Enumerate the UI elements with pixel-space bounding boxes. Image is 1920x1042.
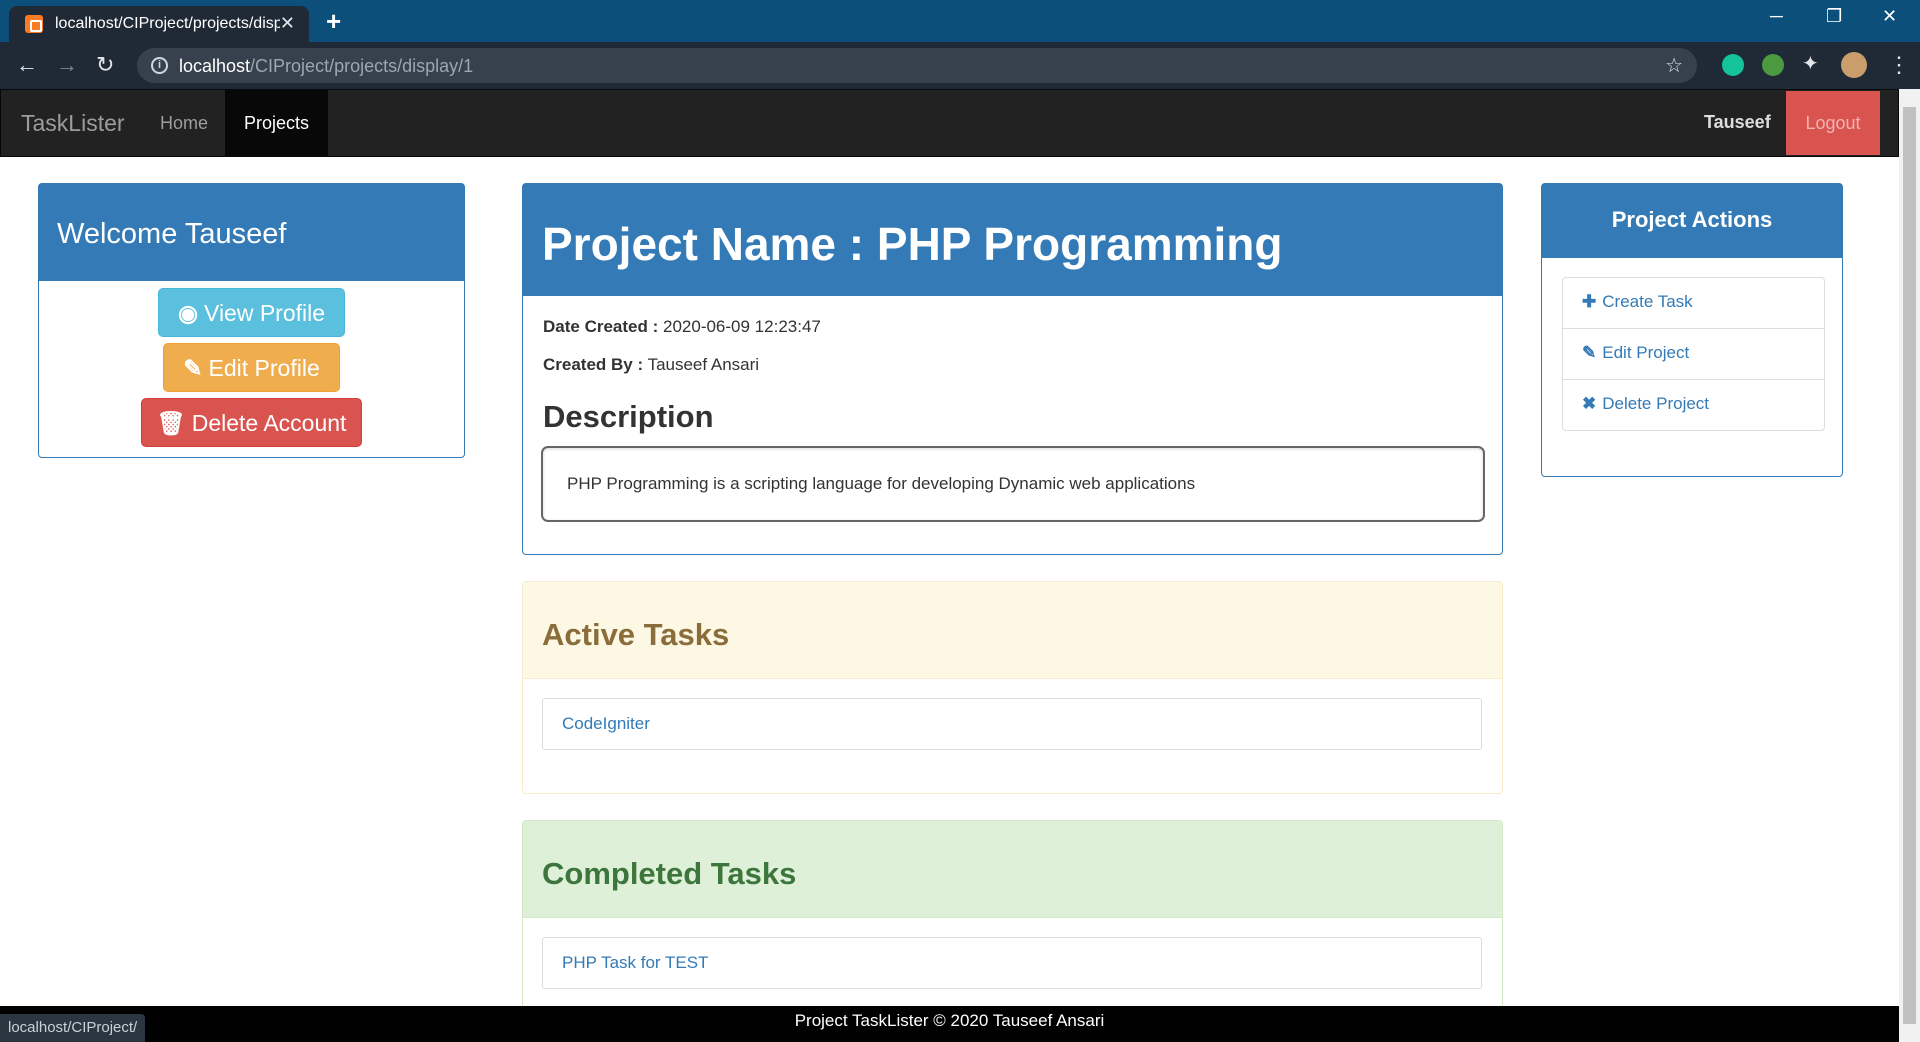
trash-icon: 🗑 [156,410,186,436]
view-profile-button[interactable]: ◉ View Profile [158,288,345,337]
edit-profile-button[interactable]: ✎ Edit Profile [163,343,340,392]
completed-tasks-heading: Completed Tasks [523,821,1502,918]
page-scrollbar[interactable] [1899,89,1920,1042]
created-by: Created By : Tauseef Ansari [543,355,760,374]
close-tab-icon[interactable]: ✕ [280,13,295,34]
delete-project-link[interactable]: ✖ Delete Project [1562,379,1825,431]
logout-button[interactable]: Logout [1786,91,1880,155]
site-info-icon[interactable]: i [151,57,168,74]
reload-icon[interactable]: ↻ [96,52,114,78]
navbar-username[interactable]: Tauseef [1704,112,1771,133]
xampp-favicon-icon [25,15,43,33]
page-footer: Project TaskLister © 2020 Tauseef Ansari [0,1006,1899,1042]
scrollbar-thumb[interactable] [1903,107,1916,1024]
browser-menu-icon[interactable]: ⋮ [1888,52,1910,78]
address-bar[interactable]: i localhost/CIProject/projects/display/1… [137,48,1697,83]
description-box: PHP Programming is a scripting language … [541,446,1485,522]
plus-icon: ✚ [1582,292,1597,311]
restore-icon[interactable]: ❐ [1826,6,1842,27]
welcome-heading: Welcome Tauseef [39,184,464,281]
completed-tasks-panel: Completed Tasks PHP Task for TEST [522,820,1503,1020]
active-tasks-heading: Active Tasks [523,582,1502,679]
extensions-puzzle-icon[interactable]: ✦ [1802,51,1824,75]
project-actions-panel: Project Actions ✚ Create Task ✎ Edit Proje… [1541,183,1843,477]
browser-status-bar: localhost/CIProject/ [0,1014,146,1042]
grammarly-extension-icon[interactable] [1722,54,1744,76]
forward-icon[interactable]: → [56,52,78,78]
browser-tab[interactable]: localhost/CIProject/projects/display/1 ✕ [9,6,309,42]
back-icon[interactable]: ← [16,52,38,78]
browser-toolbar: ← → ↻ i localhost/CIProject/projects/dis… [0,42,1920,89]
edit-icon: ✎ [183,355,203,381]
welcome-panel: Welcome Tauseef ◉ View Profile ✎ Edit Prof… [38,183,465,458]
project-panel: Project Name : PHP Programming Date Crea… [522,183,1503,555]
extension-icon[interactable] [1762,54,1784,76]
browser-tab-bar: localhost/CIProject/projects/display/1 ✕… [0,0,1920,42]
project-title: Project Name : PHP Programming [523,184,1502,296]
bookmark-star-icon[interactable]: ☆ [1665,53,1683,78]
date-created: Date Created : 2020-06-09 12:23:47 [543,317,821,336]
project-actions-heading: Project Actions [1542,184,1842,258]
profile-avatar[interactable] [1841,52,1867,78]
nav-projects[interactable]: Projects [225,90,329,156]
delete-account-button[interactable]: 🗑 Delete Account [141,398,362,447]
edit-project-link[interactable]: ✎ Edit Project [1562,328,1825,380]
completed-task-item[interactable]: PHP Task for TEST [542,937,1482,989]
navbar-brand[interactable]: TaskLister [21,110,125,137]
address-url[interactable]: localhost/CIProject/projects/display/1 [179,56,473,77]
tab-title: localhost/CIProject/projects/display/1 [55,15,280,32]
new-tab-icon[interactable]: + [326,6,341,37]
active-task-item[interactable]: CodeIgniter [542,698,1482,750]
minimize-icon[interactable]: ─ [1770,6,1783,27]
close-window-icon[interactable]: ✕ [1882,6,1897,27]
edit-icon: ✎ [1582,343,1597,362]
active-tasks-panel: Active Tasks CodeIgniter [522,581,1503,794]
create-task-link[interactable]: ✚ Create Task [1562,277,1825,329]
nav-home[interactable]: Home [141,90,227,156]
eye-icon: ◉ [177,300,199,326]
app-navbar: TaskLister Home Projects Tauseef Logout [0,89,1899,157]
description-heading: Description [543,399,714,434]
remove-icon: ✖ [1582,394,1597,413]
